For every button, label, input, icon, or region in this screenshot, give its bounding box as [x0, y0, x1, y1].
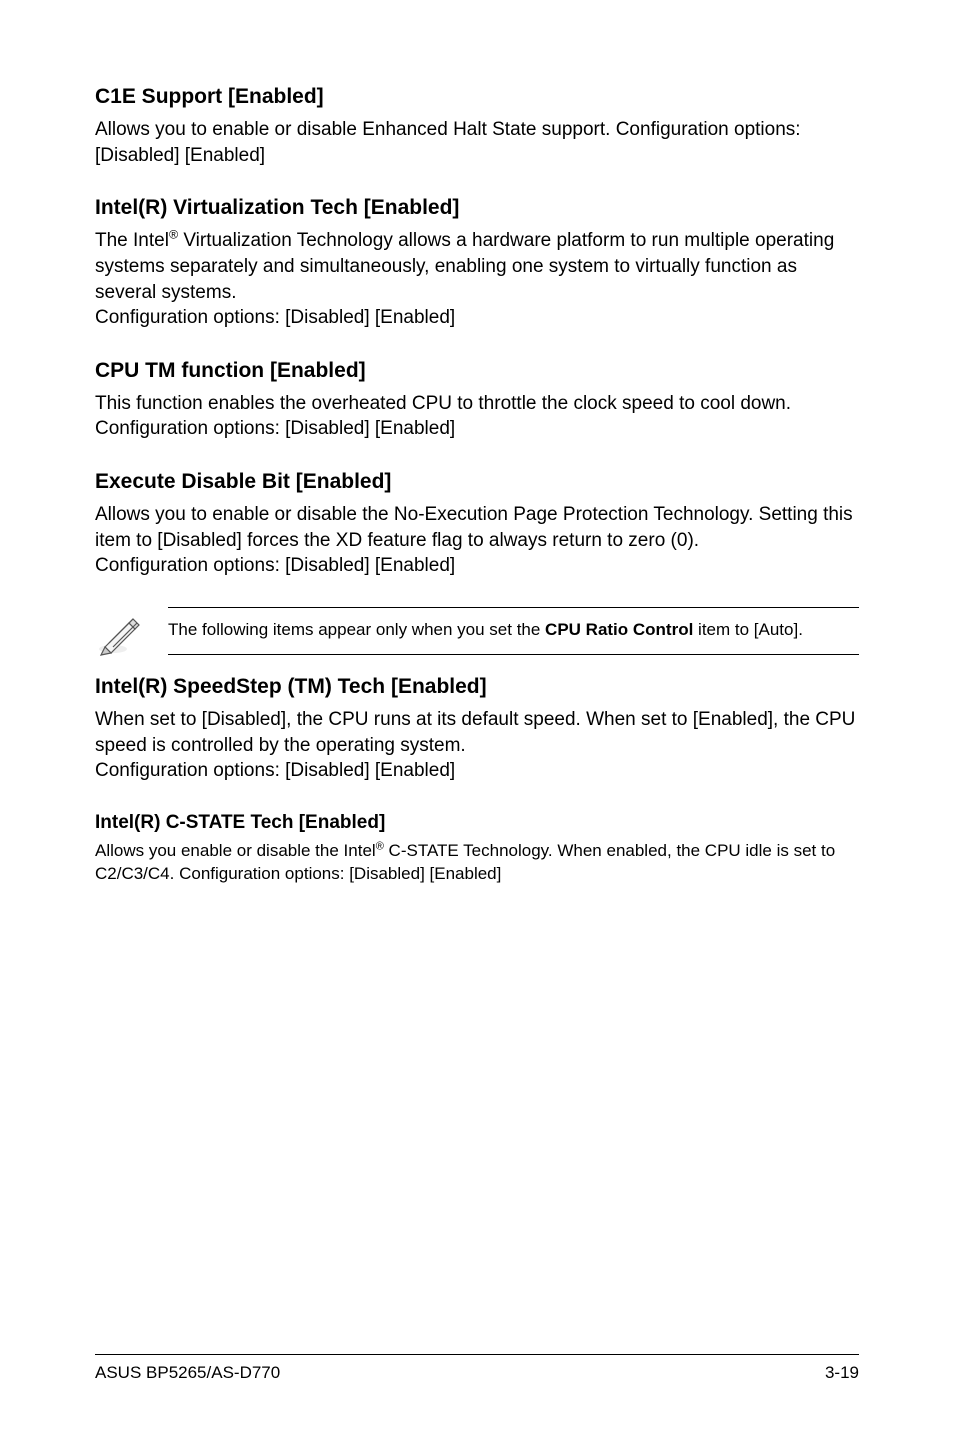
body-cstate: Allows you enable or disable the Intel® …	[95, 840, 859, 886]
body-virt-sup: ®	[169, 228, 178, 242]
body-speedstep-main: When set to [Disabled], the CPU runs at …	[95, 709, 855, 756]
body-virt: The Intel® Virtualization Technology all…	[95, 228, 859, 331]
heading-speedstep: Intel(R) SpeedStep (TM) Tech [Enabled]	[95, 675, 859, 699]
heading-cstate: Intel(R) C-STATE Tech [Enabled]	[95, 812, 859, 834]
note-pre: The following items appear only when you…	[168, 620, 545, 639]
body-xd-main: Allows you to enable or disable the No-E…	[95, 504, 853, 551]
body-c1e: Allows you to enable or disable Enhanced…	[95, 117, 859, 168]
note-post: item to [Auto].	[693, 620, 803, 639]
body-virt-cfg: Configuration options: [Disabled] [Enabl…	[95, 307, 455, 328]
body-virt-pre: The Intel	[95, 230, 169, 251]
body-speedstep-cfg: Configuration options: [Disabled] [Enabl…	[95, 760, 455, 781]
pencil-note-icon	[95, 609, 143, 657]
heading-xd: Execute Disable Bit [Enabled]	[95, 470, 859, 494]
body-xd-cfg: Configuration options: [Disabled] [Enabl…	[95, 555, 455, 576]
body-tm: This function enables the overheated CPU…	[95, 391, 859, 442]
body-speedstep: When set to [Disabled], the CPU runs at …	[95, 707, 859, 784]
heading-c1e: C1E Support [Enabled]	[95, 85, 859, 109]
body-cstate-sup: ®	[376, 840, 384, 852]
page-footer: ASUS BP5265/AS-D770 3-19	[95, 1354, 859, 1383]
footer-left: ASUS BP5265/AS-D770	[95, 1363, 280, 1383]
footer-right: 3-19	[825, 1363, 859, 1383]
note-box: The following items appear only when you…	[168, 607, 859, 655]
note-bold: CPU Ratio Control	[545, 620, 693, 639]
body-virt-post: Virtualization Technology allows a hardw…	[95, 230, 834, 302]
heading-virt: Intel(R) Virtualization Tech [Enabled]	[95, 196, 859, 220]
heading-tm: CPU TM function [Enabled]	[95, 359, 859, 383]
body-cstate-pre: Allows you enable or disable the Intel	[95, 841, 376, 860]
body-xd: Allows you to enable or disable the No-E…	[95, 502, 859, 579]
